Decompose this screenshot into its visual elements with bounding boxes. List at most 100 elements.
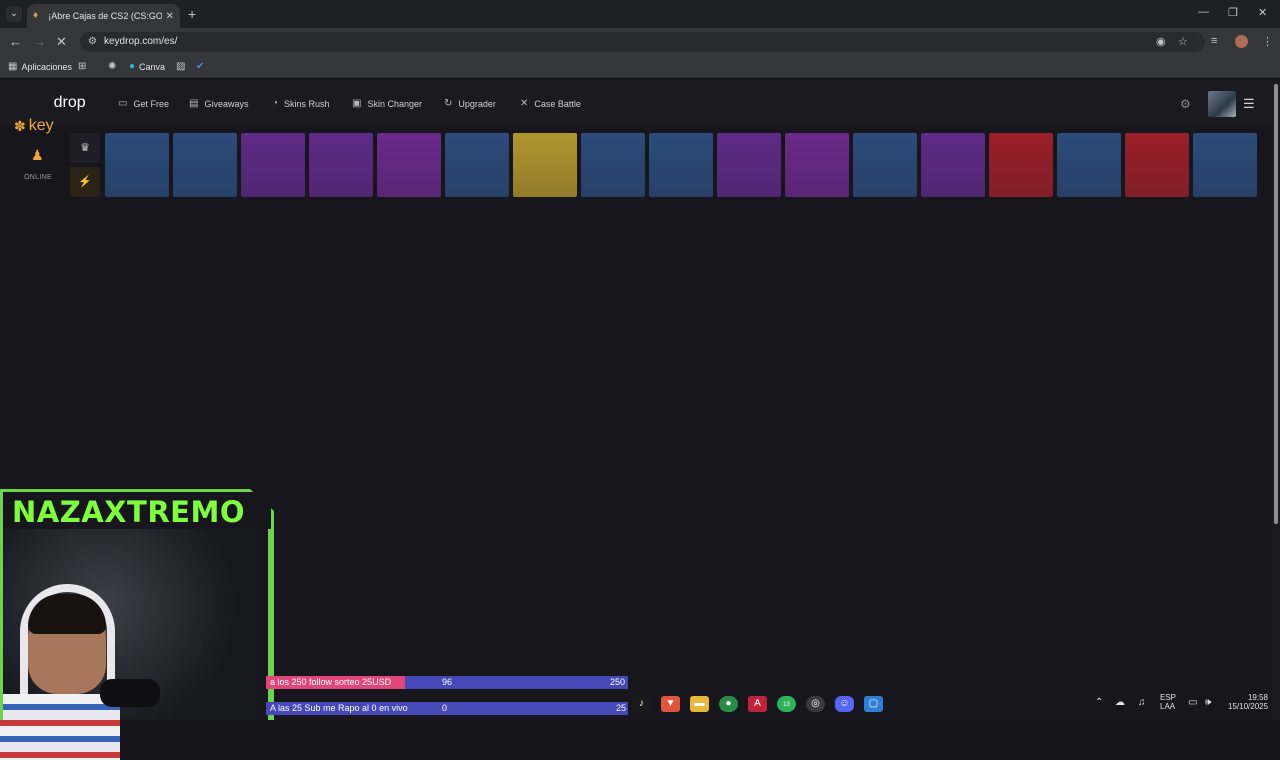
online-label: ONLINE (24, 174, 52, 181)
language-indicator[interactable]: ESP LAA (1160, 693, 1176, 711)
live-drop-item[interactable] (989, 133, 1053, 197)
hamburger-menu-icon[interactable]: ☰ (1243, 96, 1255, 112)
nav-label: Case Battle (534, 98, 581, 109)
live-drop-item[interactable] (309, 133, 373, 197)
bookmarks-bar (0, 56, 1280, 78)
live-drop-item[interactable] (1125, 133, 1189, 197)
browser-menu-icon[interactable]: ⋮ (1262, 35, 1273, 48)
tab-title: ¡Abre Cajas de CS2 (CS:GO), Ga (48, 11, 162, 21)
clock-date: 15/10/2025 (1228, 702, 1269, 711)
browser-tab[interactable]: ♦ ¡Abre Cajas de CS2 (CS:GO), Ga ✕ (27, 4, 180, 28)
media-control-icon[interactable]: ≡ (1211, 35, 1217, 47)
live-drop-item[interactable] (717, 133, 781, 197)
file-explorer-icon[interactable]: ▬ (690, 696, 709, 712)
live-drop-item[interactable] (1193, 133, 1257, 197)
crossed-swords-icon: ✕ (520, 98, 529, 109)
nav-case-battle[interactable]: ✕ Case Battle (520, 98, 581, 109)
goal-target: 250 (610, 677, 626, 687)
minimize-icon[interactable]: — (1198, 6, 1209, 18)
live-drop-item[interactable] (853, 133, 917, 197)
nav-skins-rush[interactable]: ◔ Skins Rush (272, 98, 330, 109)
tracking-blocked-icon[interactable]: ◉ (1156, 35, 1166, 48)
nav-label: Giveaways (204, 98, 249, 109)
url-text[interactable]: keydrop.com/es/ (104, 36, 177, 47)
live-drop-item[interactable] (581, 133, 645, 197)
discord-icon[interactable]: ☺ (835, 696, 854, 712)
nav-upgrader[interactable]: ↻ Upgrader (444, 98, 496, 109)
image-icon: ▨ (176, 61, 186, 72)
live-drop-item[interactable] (513, 133, 577, 197)
live-drop-item[interactable] (1057, 133, 1121, 197)
nav-skin-changer[interactable]: ▣ Skin Changer (352, 98, 422, 109)
nav-giveaways[interactable]: ▤ Giveaways (189, 98, 248, 109)
bookmark-apps[interactable]: ▦ Aplicaciones (8, 61, 72, 72)
live-drop-item[interactable] (785, 133, 849, 197)
live-drop-item[interactable] (921, 133, 985, 197)
live-drops-list (105, 133, 1257, 197)
back-icon[interactable]: ← (9, 34, 22, 49)
nav-label: Upgrader (458, 98, 496, 109)
mic-tray-icon[interactable]: ♫ (1138, 697, 1146, 708)
close-tab-icon[interactable]: ✕ (166, 11, 174, 22)
close-window-icon[interactable]: ✕ (1258, 6, 1267, 19)
gift-icon: ✽ (14, 117, 26, 134)
display-icon[interactable]: ▭ (1188, 697, 1197, 708)
page-scrollbar[interactable] (1272, 80, 1280, 720)
live-drop-item[interactable] (377, 133, 441, 197)
site-info-icon[interactable]: ⚙ (88, 36, 97, 47)
user-avatar[interactable] (1208, 91, 1236, 117)
live-drop-item[interactable] (445, 133, 509, 197)
settings-gear-icon[interactable]: ⚙ (1180, 97, 1191, 111)
goal-label: a los 250 follow sorteo 25USD (270, 677, 392, 687)
chrome-icon[interactable]: ● (719, 696, 738, 712)
live-drop-item[interactable] (649, 133, 713, 197)
steam-icon[interactable]: ◎ (806, 696, 825, 712)
nav-label: Skins Rush (284, 98, 330, 109)
acrobat-icon[interactable]: A (748, 696, 767, 712)
onedrive-icon[interactable]: ☁ (1115, 697, 1125, 708)
scrollbar-thumb[interactable] (1274, 84, 1278, 524)
address-bar[interactable]: ⚙ keydrop.com/es/ (80, 32, 1205, 52)
apps-grid-icon: ▦ (8, 61, 18, 72)
brave-icon[interactable]: ▼ (661, 696, 680, 712)
window-app-icon[interactable]: ▢ (864, 696, 883, 712)
live-drop-item[interactable] (105, 133, 169, 197)
keydrop-favicon-icon: ♦ (33, 10, 39, 21)
live-drop-item[interactable] (241, 133, 305, 197)
top-drops-crown-icon[interactable]: ♛ (70, 133, 100, 163)
stop-loading-icon[interactable]: ✕ (56, 34, 67, 50)
upgrade-icon: ↻ (444, 98, 453, 109)
maximize-icon[interactable]: ❐ (1228, 6, 1238, 19)
goal-target: 25 (616, 703, 627, 713)
clock-time: 19:58 (1247, 693, 1268, 702)
clock[interactable]: 19:58 15/10/2025 (1228, 693, 1268, 711)
bookmark-grid[interactable]: ⊞ (78, 61, 86, 72)
bookmark-chatgpt[interactable]: ✺ (108, 61, 116, 72)
taskbar-apps: ♪ ▼ ▬ ● A 13 ◎ ☺ ▢ (632, 696, 883, 712)
volume-icon[interactable]: 🕪 (1205, 697, 1211, 708)
bookmark-label: Aplicaciones (21, 61, 72, 72)
goal-current: 0 (442, 703, 448, 713)
nav-label: Get Free (133, 98, 169, 109)
nav-get-free[interactable]: ▭ Get Free (118, 98, 169, 109)
tab-search-button[interactable]: ⌄ (6, 6, 22, 22)
tiktok-icon[interactable]: ♪ (632, 696, 651, 712)
bookmark-canva[interactable]: ● Canva (129, 61, 165, 72)
profile-avatar[interactable] (1235, 35, 1248, 48)
bookmark-label: Canva (139, 61, 166, 72)
bookmark-image[interactable]: ▨ (176, 61, 185, 72)
bookmark-check[interactable]: ✔ (196, 61, 204, 72)
live-drop-item[interactable] (173, 133, 237, 197)
webcam-overlay: NAZAXTREMO (0, 489, 274, 760)
new-tab-icon[interactable]: + (188, 6, 196, 22)
swap-icon: ▣ (352, 98, 362, 109)
lang-code: ESP (1160, 693, 1177, 702)
check-icon: ✔ (196, 61, 205, 72)
goal-current: 96 (442, 677, 453, 687)
canva-icon: ● (129, 61, 136, 72)
whatsapp-icon[interactable]: 13 (777, 696, 796, 712)
tray-expand-icon[interactable]: ⌃ (1095, 697, 1103, 708)
bookmark-star-icon[interactable]: ☆ (1178, 35, 1188, 48)
goal-label: A las 25 Sub me Rapo al 0 en vivo (270, 703, 408, 713)
live-drops-bolt-icon[interactable]: ⚡ (70, 167, 100, 197)
